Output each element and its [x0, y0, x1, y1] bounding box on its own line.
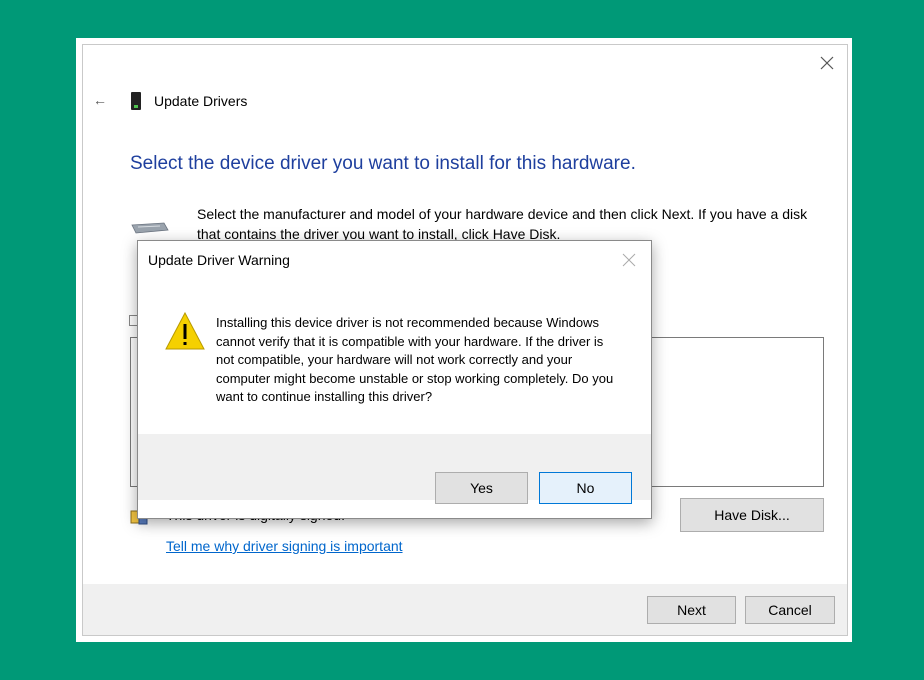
dialog-message: Installing this device driver is not rec…	[216, 315, 614, 404]
page-heading: Select the device driver you want to ins…	[130, 153, 636, 174]
window-title: Update Drivers	[154, 93, 248, 109]
yes-button[interactable]: Yes	[435, 472, 528, 504]
back-arrow-icon[interactable]: ←	[93, 92, 107, 108]
dialog-close-icon[interactable]	[622, 253, 636, 267]
driver-signing-link[interactable]: Tell me why driver signing is important	[166, 538, 403, 554]
warning-icon	[165, 311, 205, 350]
next-button[interactable]: Next	[647, 596, 736, 624]
hardware-chip-icon	[131, 222, 169, 234]
instructions-text: Select the manufacturer and model of you…	[197, 206, 808, 242]
close-icon[interactable]	[818, 54, 836, 72]
dialog-title: Update Driver Warning	[148, 252, 290, 268]
warning-dialog: Update Driver Warning Installing this de…	[137, 240, 652, 519]
cancel-button[interactable]: Cancel	[745, 596, 835, 624]
device-icon	[131, 92, 141, 110]
have-disk-button[interactable]: Have Disk...	[680, 498, 824, 532]
no-button[interactable]: No	[539, 472, 632, 504]
